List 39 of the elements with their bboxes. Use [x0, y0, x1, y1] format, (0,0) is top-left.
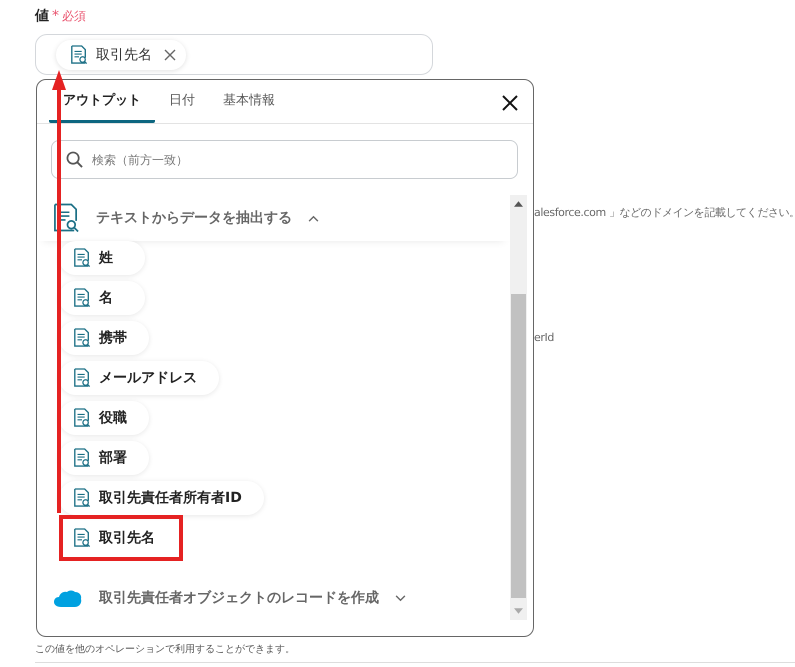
output-item[interactable]: 姓	[59, 241, 145, 275]
search-icon	[66, 151, 83, 168]
close-icon[interactable]	[502, 95, 518, 111]
output-item[interactable]: 取引先責任者所有者ID	[59, 481, 264, 515]
tab[interactable]: 基本情報	[209, 80, 289, 123]
scrollbar[interactable]	[510, 195, 527, 620]
field-label: 値	[35, 7, 49, 25]
output-item[interactable]: メールアドレス	[59, 361, 219, 395]
tab[interactable]: 日付	[155, 80, 209, 123]
document-search-icon	[73, 248, 91, 268]
chip-label: 取引先名	[96, 46, 152, 64]
document-search-icon	[73, 368, 91, 388]
document-search-icon	[73, 528, 91, 548]
output-item[interactable]: 部署	[59, 441, 149, 475]
document-search-icon	[70, 44, 88, 64]
help-text: この値を他のオペレーションで利用することができます。	[34, 642, 296, 656]
output-item[interactable]: 役職	[59, 401, 149, 435]
output-item[interactable]: 携帯	[59, 321, 149, 355]
document-search-icon	[73, 328, 91, 348]
document-search-icon	[53, 203, 80, 233]
required-mark: *	[52, 8, 59, 24]
hint-text: erId	[534, 331, 554, 344]
value-chip[interactable]: 取引先名	[56, 40, 186, 70]
hint-text: alesforce.com 」などのドメインを記載してください。	[534, 205, 795, 220]
cloud-icon	[53, 588, 83, 608]
group-header[interactable]: テキストからデータを抽出する	[37, 195, 510, 241]
scroll-thumb[interactable]	[511, 294, 526, 598]
document-search-icon	[73, 288, 91, 308]
value-field[interactable]: 取引先名	[35, 34, 433, 75]
document-search-icon	[73, 448, 91, 468]
document-search-icon	[73, 408, 91, 428]
group-title: 取引先責任者オブジェクトのレコードを作成	[99, 589, 379, 607]
output-item[interactable]: 名	[59, 281, 145, 315]
search-field[interactable]: 検索（前方一致）	[51, 140, 518, 179]
required-label: 必須	[62, 8, 86, 25]
scroll-up-icon[interactable]	[514, 201, 523, 207]
group-title: テキストからデータを抽出する	[96, 209, 292, 227]
group-header[interactable]: 取引先責任者オブジェクトのレコードを作成	[37, 575, 510, 620]
document-search-icon	[73, 488, 91, 508]
